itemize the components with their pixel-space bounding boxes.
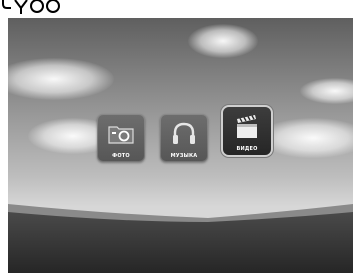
status-bar xyxy=(0,0,362,18)
status-icons xyxy=(2,0,60,14)
menu-item-video[interactable]: ВИДЕО xyxy=(223,107,271,155)
clapperboard-icon xyxy=(237,115,257,138)
menu-item-photo[interactable]: ФОТО xyxy=(97,114,145,162)
headphones-icon xyxy=(173,122,195,144)
menu-item-music[interactable]: МУЗЫКА xyxy=(160,114,208,162)
menu-item-photo-label: ФОТО xyxy=(112,153,130,159)
menu-item-video-label: ВИДЕО xyxy=(236,146,258,152)
tv-menu-screen: ФОТО МУЗЫКА ВИДЕО xyxy=(8,18,353,273)
photo-folder-icon xyxy=(108,126,134,144)
menu-item-music-label: МУЗЫКА xyxy=(170,153,198,159)
